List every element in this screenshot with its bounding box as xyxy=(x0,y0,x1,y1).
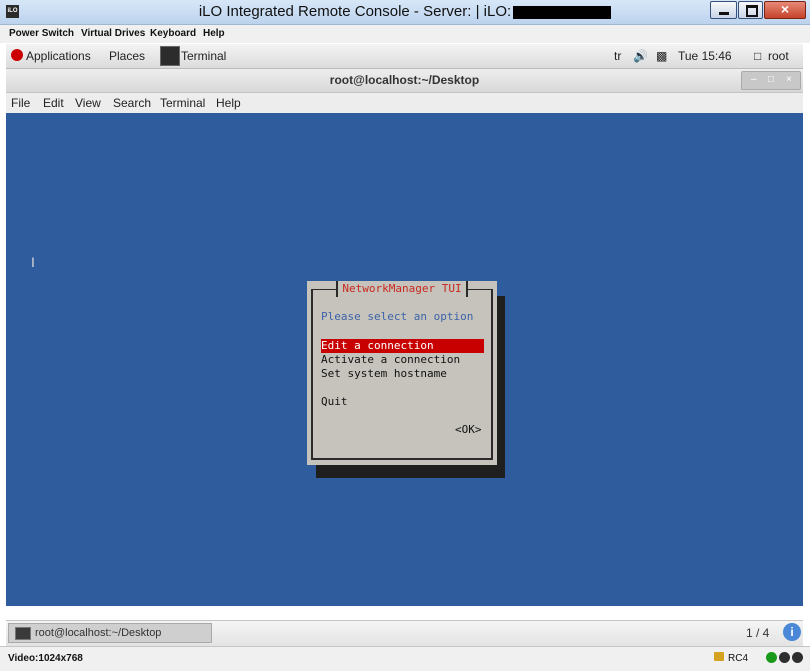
gnome-bottom-panel: root@localhost:~/Desktop 1 / 4 i xyxy=(6,620,803,646)
maximize-button[interactable] xyxy=(738,1,763,19)
terminal-menu-terminal[interactable]: Terminal xyxy=(160,96,205,110)
nmtui-dialog: NetworkManager TUI Please select an opti… xyxy=(307,281,497,465)
option-quit[interactable]: Quit xyxy=(321,395,484,409)
ilo-window-title-text: iLO Integrated Remote Console - Server: … xyxy=(198,3,512,20)
minimize-button[interactable] xyxy=(710,1,737,19)
menu-keyboard[interactable]: Keyboard xyxy=(150,28,196,39)
menu-power-switch[interactable]: Power Switch xyxy=(9,28,74,39)
volume-icon[interactable]: 🔊 xyxy=(633,49,648,63)
terminal-menu-search[interactable]: Search xyxy=(113,96,151,110)
video-resolution: Video:1024x768 xyxy=(8,653,83,664)
dialog-title: NetworkManager TUI xyxy=(336,281,468,297)
taskbar-terminal-label: root@localhost:~/Desktop xyxy=(35,627,162,639)
ilo-window-title: iLO Integrated Remote Console - Server: … xyxy=(0,3,810,20)
user-icon: □ xyxy=(754,49,762,63)
places-menu[interactable]: Places xyxy=(109,49,145,63)
close-button[interactable]: × xyxy=(764,1,806,19)
terminal-task-icon xyxy=(15,627,31,640)
lock-icon xyxy=(714,652,724,661)
terminal-app-icon xyxy=(160,46,180,66)
menu-help[interactable]: Help xyxy=(203,28,225,39)
status-indicator-dark-icon xyxy=(792,652,803,663)
option-set-hostname[interactable]: Set system hostname xyxy=(321,367,484,381)
terminal-window-title: root@localhost:~/Desktop xyxy=(329,73,480,87)
taskbar-terminal-button[interactable]: root@localhost:~/Desktop xyxy=(8,623,212,643)
applications-menu[interactable]: Applications xyxy=(26,49,91,63)
terminal-menubar: File Edit View Search Terminal Help xyxy=(6,93,803,113)
clock[interactable]: Tue 15:46 xyxy=(678,49,732,63)
dialog-prompt: Please select an option xyxy=(321,310,474,323)
redacted-address xyxy=(513,5,612,19)
terminal-close-icon[interactable]: × xyxy=(786,74,792,85)
ok-button[interactable]: <OK> xyxy=(455,423,482,436)
ilo-status-bar: Video:1024x768 RC4 xyxy=(0,646,810,671)
terminal-menu-file[interactable]: File xyxy=(11,96,30,110)
text-cursor-icon: I xyxy=(31,254,35,270)
menu-virtual-drives[interactable]: Virtual Drives xyxy=(81,28,145,39)
terminal-window-controls: – □ × xyxy=(741,71,801,90)
keyboard-layout-indicator[interactable]: tr xyxy=(614,49,621,63)
option-edit-connection[interactable]: Edit a connection xyxy=(321,339,484,353)
terminal-menu-edit[interactable]: Edit xyxy=(43,96,64,110)
active-app-label[interactable]: Terminal xyxy=(181,49,226,63)
terminal-menu-help[interactable]: Help xyxy=(216,96,241,110)
terminal-maximize-icon[interactable]: □ xyxy=(768,74,774,85)
network-icon[interactable]: ▩ xyxy=(656,49,667,63)
redhat-icon xyxy=(11,49,23,61)
dialog-title-wrap: NetworkManager TUI xyxy=(314,281,490,297)
close-icon: × xyxy=(780,1,790,17)
gnome-top-panel: Applications Places Terminal tr 🔊 ▩ Tue … xyxy=(6,44,803,69)
ilo-menubar: Power Switch Virtual Drives Keyboard Hel… xyxy=(0,25,810,43)
status-indicator-dark-icon xyxy=(779,652,790,663)
user-menu[interactable]: root xyxy=(768,49,789,63)
workspace-info-icon[interactable]: i xyxy=(783,623,801,641)
option-activate-connection[interactable]: Activate a connection xyxy=(321,353,484,367)
encryption-label: RC4 xyxy=(728,653,749,664)
workspace-indicator[interactable]: 1 / 4 xyxy=(746,626,769,640)
terminal-menu-view[interactable]: View xyxy=(75,96,101,110)
ilo-titlebar: iLO iLO Integrated Remote Console - Serv… xyxy=(0,0,810,25)
status-indicator-green-icon xyxy=(766,652,777,663)
terminal-titlebar: root@localhost:~/Desktop – □ × xyxy=(6,69,803,93)
terminal-minimize-icon[interactable]: – xyxy=(751,74,757,85)
